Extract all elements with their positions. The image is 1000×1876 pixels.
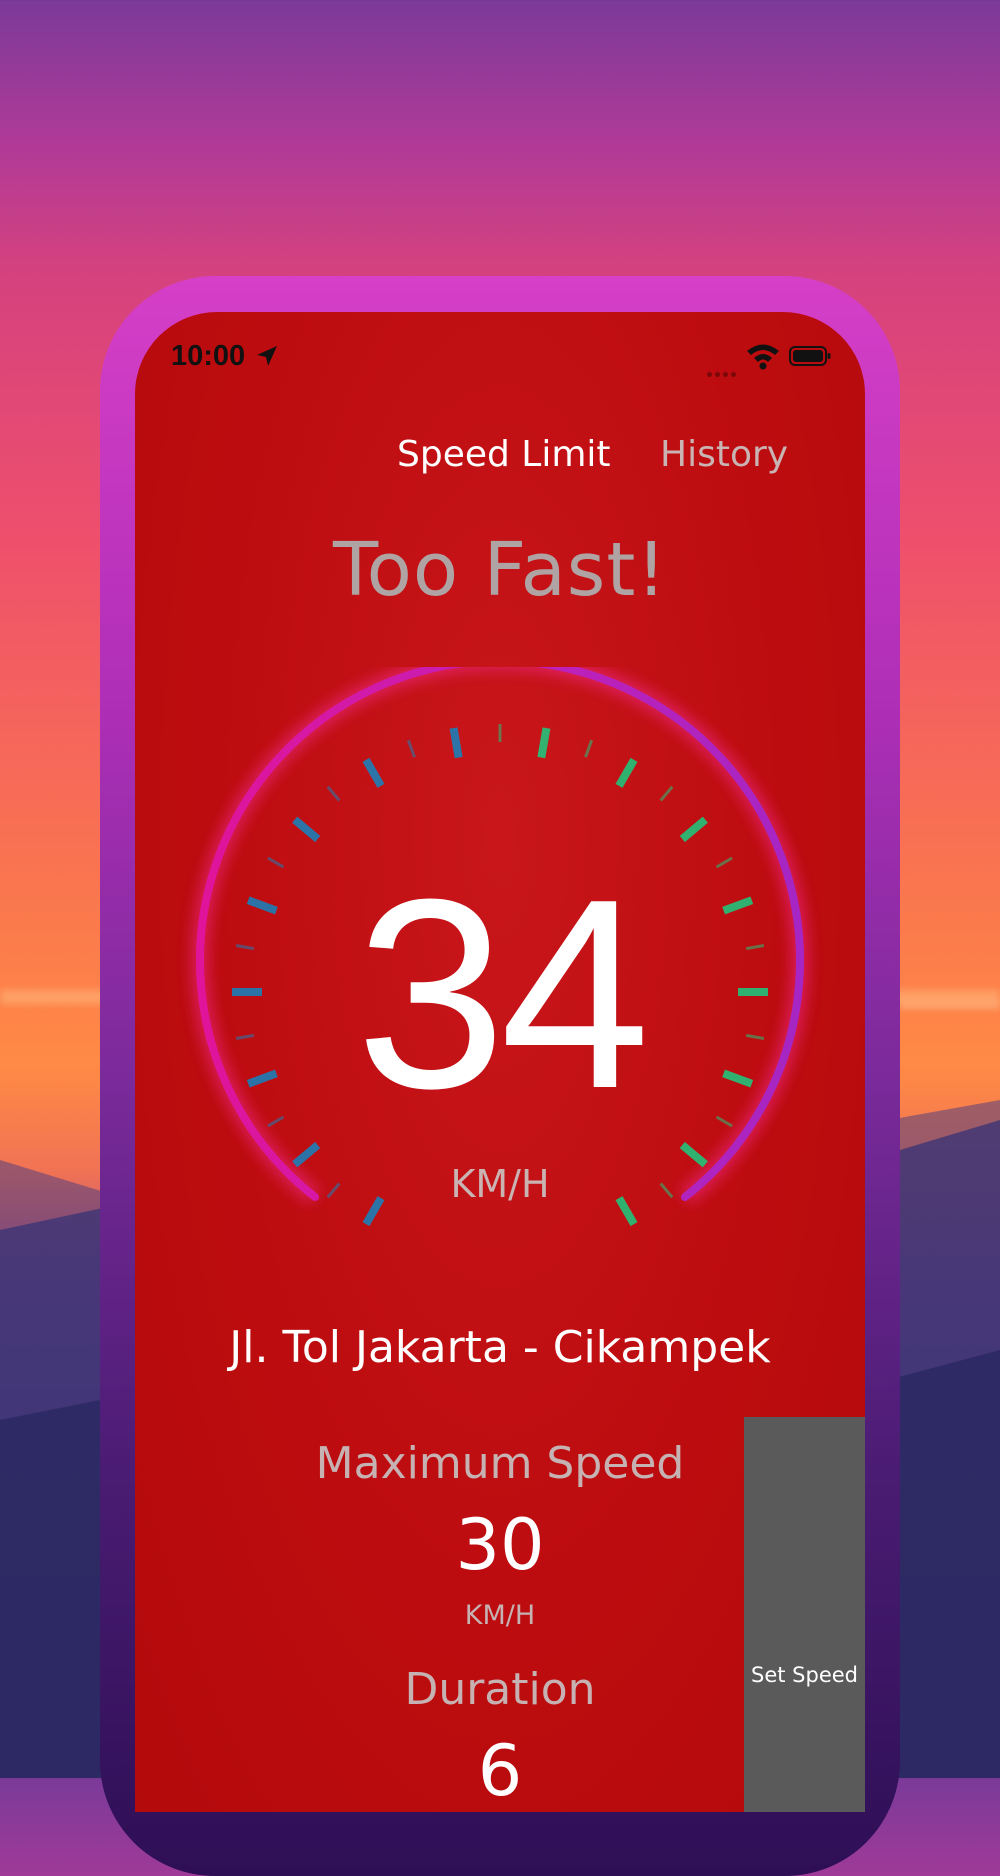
set-speed-button[interactable]: Set Speed	[744, 1417, 865, 1812]
gauge-tick	[537, 727, 551, 759]
gauge-tick	[362, 757, 385, 788]
wifi-icon	[747, 344, 779, 370]
app-screen: 10:00 Speed Limit History Too Fast! 34 K…	[135, 312, 865, 1812]
gauge-tick	[659, 785, 674, 802]
battery-icon	[789, 346, 831, 366]
gauge-tick	[584, 739, 594, 758]
gauge-tick	[326, 785, 341, 802]
status-time: 10:00	[171, 340, 246, 372]
road-name: Jl. Tol Jakarta - Cikampek	[229, 1322, 771, 1373]
gauge-tick	[449, 727, 463, 759]
gauge-tick	[615, 757, 638, 788]
current-speed-value: 34	[355, 844, 650, 1145]
tab-history[interactable]: History	[660, 434, 788, 475]
location-arrow-icon	[257, 346, 277, 366]
speed-alert-title: Too Fast!	[332, 527, 668, 613]
gauge-tick	[406, 739, 416, 758]
signal-icon	[707, 362, 739, 381]
set-speed-label: Set Speed	[751, 1662, 858, 1687]
gauge-tick	[292, 816, 321, 843]
gauge-tick	[679, 816, 708, 843]
status-bar: 10:00	[135, 312, 865, 402]
tab-speed-limit[interactable]: Speed Limit	[397, 434, 611, 475]
current-speed-unit: KM/H	[450, 1162, 550, 1206]
